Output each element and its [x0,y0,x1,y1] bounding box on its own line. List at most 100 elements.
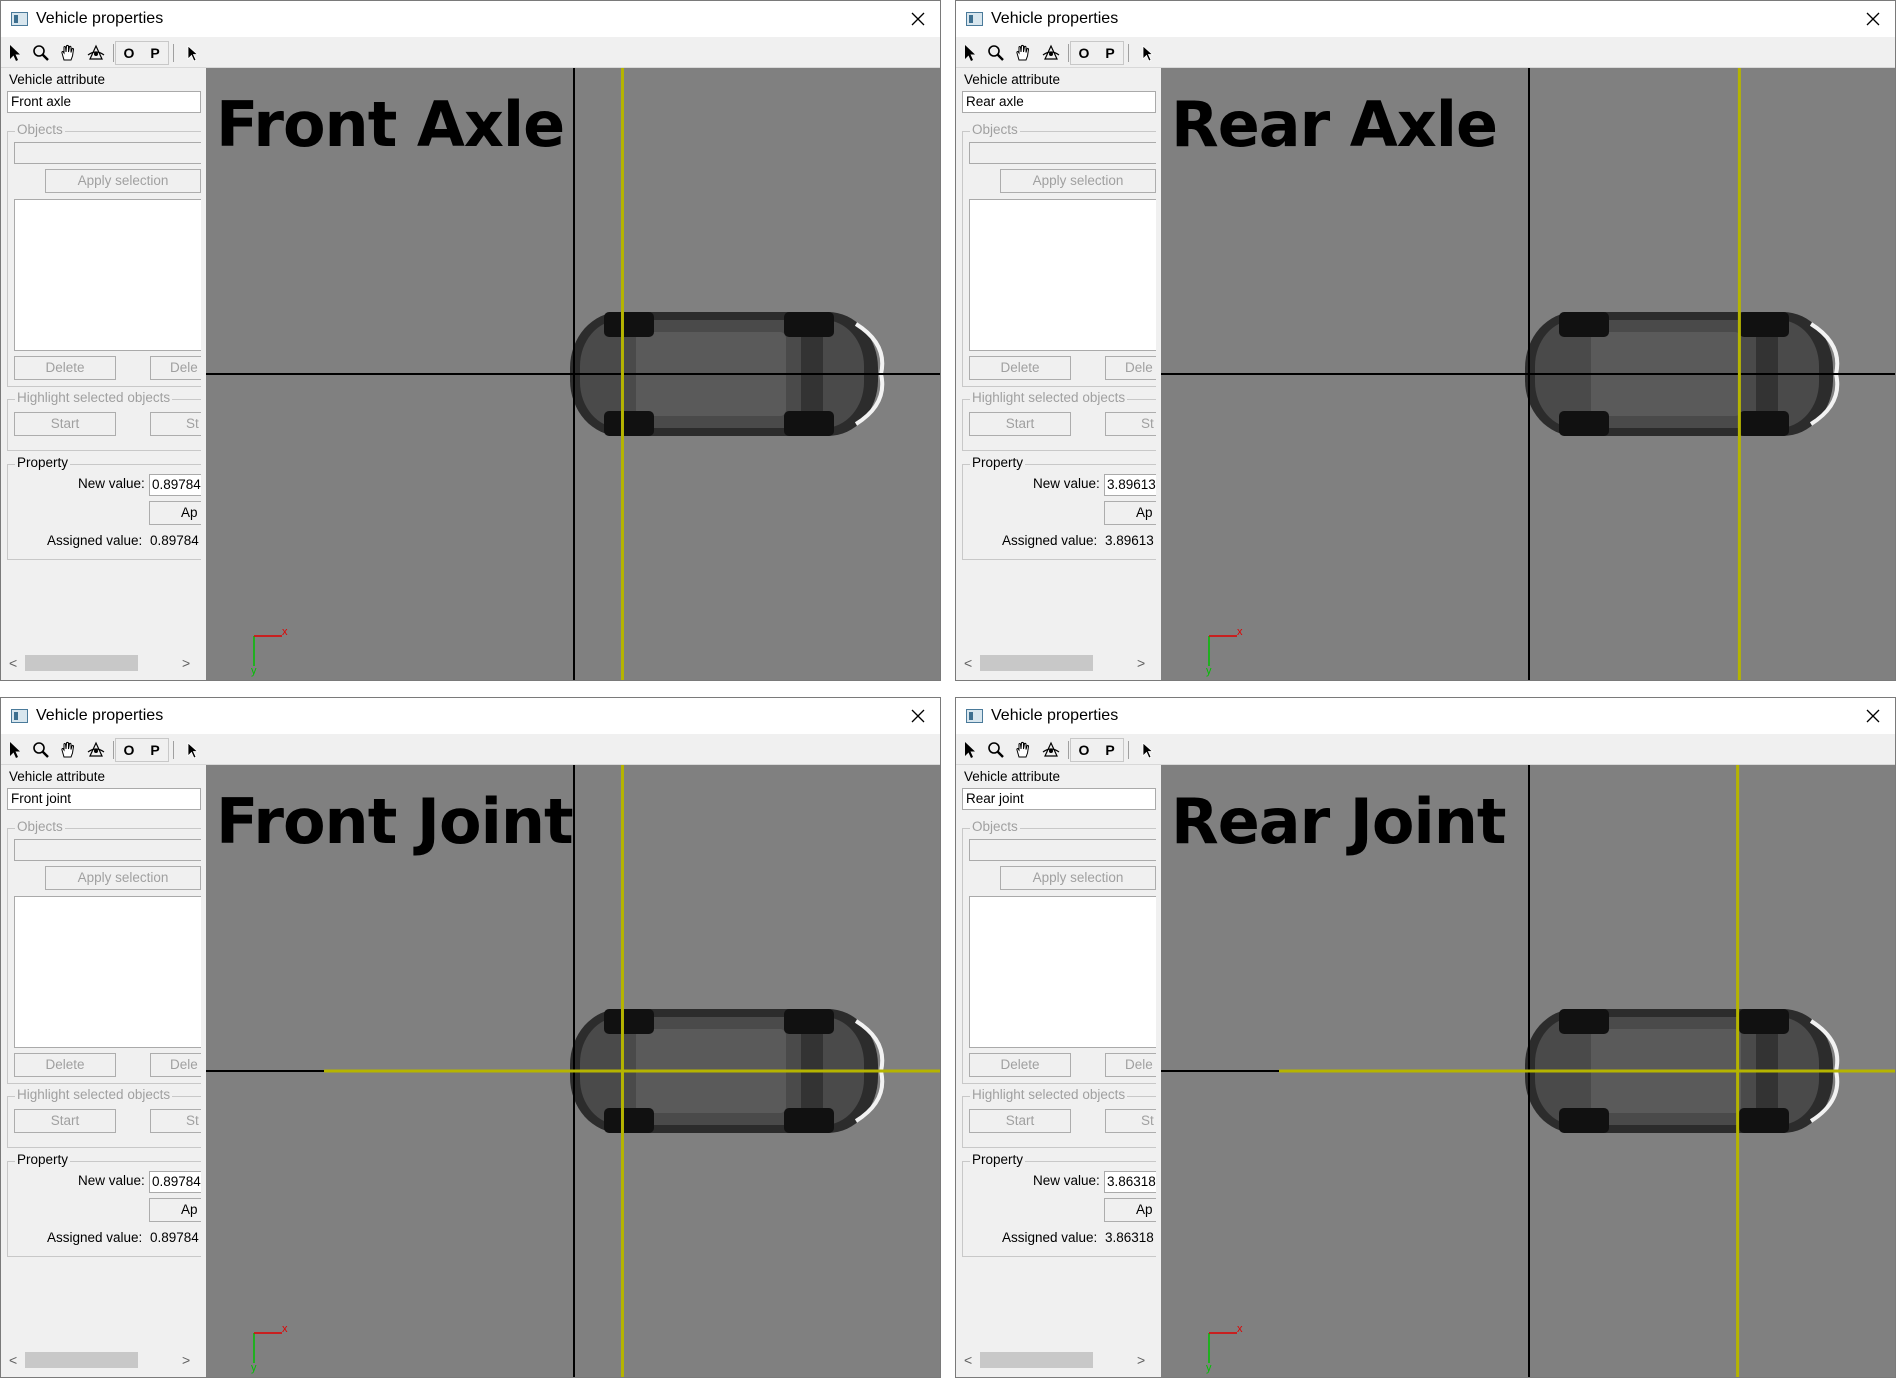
scroll-left-icon[interactable]: < [964,655,972,671]
delete-all-button[interactable]: Dele [1105,1053,1156,1077]
stop-button[interactable]: St [1105,412,1156,436]
scroll-left-icon[interactable]: < [9,1352,17,1368]
delete-all-button[interactable]: Dele [150,356,201,380]
vehicle-attribute-label: Vehicle attribute [964,769,1061,784]
start-button[interactable]: Start [969,412,1071,436]
stop-button[interactable]: St [1105,1109,1156,1133]
apply-value-button[interactable]: Ap [1104,1198,1156,1222]
wheel [604,411,654,436]
start-button[interactable]: Start [969,1109,1071,1133]
assigned-value: 0.89784 [150,1230,199,1245]
panel-horizontal-scrollbar[interactable]: < > [1,1349,201,1371]
start-button[interactable]: Start [14,1109,116,1133]
vehicle-attribute-field[interactable]: Rear axle [962,91,1156,113]
pan-tool-button[interactable] [56,738,80,762]
select-tool-button[interactable] [958,738,982,762]
scrollbar-thumb[interactable] [25,1352,138,1368]
scroll-right-icon[interactable]: > [182,1352,190,1368]
apply-selection-button[interactable]: Apply selection [1000,866,1156,890]
close-button[interactable] [896,1,940,37]
vehicle-attribute-field[interactable]: Front axle [7,91,201,113]
orthographic-button[interactable]: O [1072,41,1096,65]
apply-selection-button[interactable]: Apply selection [45,866,201,890]
select-tool-button[interactable] [3,41,27,65]
scroll-right-icon[interactable]: > [182,655,190,671]
stop-button[interactable]: St [150,412,201,436]
orthographic-button[interactable]: O [117,738,141,762]
objects-listbox[interactable] [14,199,201,351]
objects-field[interactable] [969,142,1156,164]
3d-viewport[interactable]: Rear Axle x y [1161,68,1895,680]
pointer-tool-button[interactable] [181,41,205,65]
delete-button[interactable]: Delete [14,1053,116,1077]
panel-horizontal-scrollbar[interactable]: < > [956,1349,1156,1371]
rotate-tool-button[interactable] [84,41,108,65]
toolbar-separator [113,44,114,62]
rotate-tool-button[interactable] [1039,41,1063,65]
objects-field[interactable] [14,142,201,164]
scroll-left-icon[interactable]: < [9,655,17,671]
panel-horizontal-scrollbar[interactable]: < > [956,652,1156,674]
rotate-tool-button[interactable] [1039,738,1063,762]
perspective-button[interactable]: P [143,738,167,762]
scroll-left-icon[interactable]: < [964,1352,972,1368]
close-button[interactable] [896,698,940,734]
pan-icon [1016,741,1030,758]
delete-button[interactable]: Delete [969,356,1071,380]
scrollbar-thumb[interactable] [25,655,138,671]
apply-value-button[interactable]: Ap [1104,501,1156,525]
panel-horizontal-scrollbar[interactable]: < > [1,652,201,674]
rotate-icon [1042,741,1060,757]
new-value-input[interactable]: 0.89784 [149,474,201,496]
pan-tool-button[interactable] [1011,738,1035,762]
new-value-input[interactable]: 0.89784 [149,1171,201,1193]
property-legend: Property [15,455,71,470]
pan-tool-button[interactable] [1011,41,1035,65]
scrollbar-thumb[interactable] [980,655,1093,671]
objects-field[interactable] [14,839,201,861]
objects-listbox[interactable] [969,896,1156,1048]
objects-listbox[interactable] [14,896,201,1048]
scroll-right-icon[interactable]: > [1137,655,1145,671]
pan-tool-button[interactable] [56,41,80,65]
perspective-button[interactable]: P [1098,738,1122,762]
delete-all-button[interactable]: Dele [1105,356,1156,380]
delete-button[interactable]: Delete [14,356,116,380]
toolbar-separator [1128,44,1129,62]
apply-value-button[interactable]: Ap [149,1198,201,1222]
delete-all-button[interactable]: Dele [150,1053,201,1077]
apply-selection-button[interactable]: Apply selection [45,169,201,193]
delete-button[interactable]: Delete [969,1053,1071,1077]
3d-viewport[interactable]: Front Joint x y [206,765,940,1377]
apply-value-button[interactable]: Ap [149,501,201,525]
perspective-button[interactable]: P [143,41,167,65]
select-tool-button[interactable] [3,738,27,762]
objects-listbox[interactable] [969,199,1156,351]
pointer-tool-button[interactable] [1136,738,1160,762]
rotate-tool-button[interactable] [84,738,108,762]
3d-viewport[interactable]: Front Axle x y [206,68,940,680]
zoom-tool-button[interactable] [29,738,53,762]
orthographic-button[interactable]: O [1072,738,1096,762]
scroll-right-icon[interactable]: > [1137,1352,1145,1368]
perspective-button[interactable]: P [1098,41,1122,65]
zoom-tool-button[interactable] [984,41,1008,65]
start-button[interactable]: Start [14,412,116,436]
stop-button[interactable]: St [150,1109,201,1133]
apply-selection-button[interactable]: Apply selection [1000,169,1156,193]
3d-viewport[interactable]: Rear Joint x y [1161,765,1895,1377]
pointer-tool-button[interactable] [181,738,205,762]
select-tool-button[interactable] [958,41,982,65]
zoom-tool-button[interactable] [984,738,1008,762]
close-button[interactable] [1851,698,1895,734]
orthographic-button[interactable]: O [117,41,141,65]
vehicle-attribute-field[interactable]: Front joint [7,788,201,810]
new-value-input[interactable]: 3.86318 [1104,1171,1156,1193]
objects-field[interactable] [969,839,1156,861]
new-value-input[interactable]: 3.89613 [1104,474,1156,496]
close-button[interactable] [1851,1,1895,37]
pointer-tool-button[interactable] [1136,41,1160,65]
vehicle-attribute-field[interactable]: Rear joint [962,788,1156,810]
zoom-tool-button[interactable] [29,41,53,65]
scrollbar-thumb[interactable] [980,1352,1093,1368]
